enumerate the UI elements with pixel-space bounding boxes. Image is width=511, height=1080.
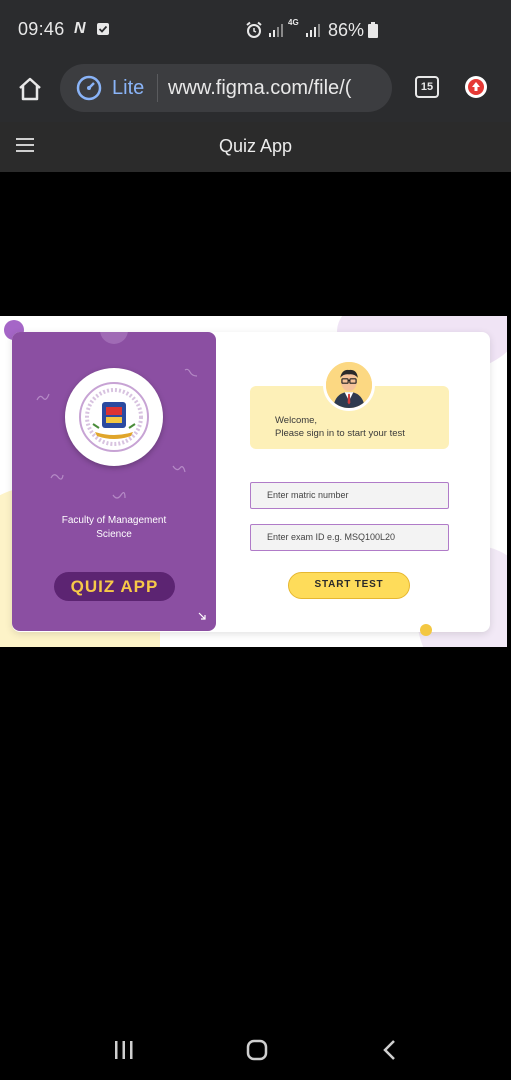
update-arrow-icon <box>468 79 484 95</box>
app-title: Quiz App <box>218 136 293 156</box>
faculty-name: Faculty of Management Science <box>12 514 216 542</box>
recent-apps-icon[interactable] <box>113 1040 135 1060</box>
update-button[interactable] <box>465 76 487 98</box>
home-icon[interactable] <box>16 75 44 103</box>
status-bar: 09:46 N 4G 86% <box>0 0 511 62</box>
quiz-login-frame: Faculty of Management Science QUIZ APP W… <box>0 316 507 647</box>
status-time: 09:46 <box>18 19 65 39</box>
faculty-name-line2: Science <box>96 529 132 540</box>
alarm-icon <box>246 21 262 38</box>
welcome-message: Welcome, Please sign in to start your te… <box>275 414 405 440</box>
signal-icon <box>269 24 283 37</box>
browser-toolbar: Lite www.figma.com/file/( 15 <box>0 62 511 122</box>
lite-label: Lite <box>112 77 145 99</box>
address-bar[interactable]: Lite www.figma.com/file/( <box>60 64 392 112</box>
back-icon[interactable] <box>382 1039 398 1061</box>
home-nav-icon[interactable] <box>246 1039 268 1061</box>
squiggle-icon <box>36 393 50 401</box>
matric-number-input[interactable]: Enter matric number <box>250 482 449 509</box>
system-navigation-bar <box>0 1018 511 1080</box>
squiggle-icon <box>50 474 64 480</box>
battery-icon <box>368 22 378 38</box>
lite-mode-icon <box>76 75 102 101</box>
start-test-button[interactable]: START TEST <box>288 572 410 599</box>
battery-percent: 86% <box>328 20 365 40</box>
exam-id-input[interactable]: Enter exam ID e.g. MSQ100L20 <box>250 524 449 551</box>
faculty-logo <box>65 368 163 466</box>
network-type-badge: 4G <box>288 18 299 27</box>
quiz-app-badge: QUIZ APP <box>54 572 175 601</box>
brand-panel: Faculty of Management Science QUIZ APP <box>12 332 216 631</box>
person-avatar-icon <box>326 362 372 408</box>
welcome-line2: Please sign in to start your test <box>275 428 405 439</box>
url-divider <box>157 74 158 102</box>
decor-bubble <box>100 332 128 344</box>
app-header: Quiz App <box>0 122 511 172</box>
squiggle-icon <box>172 465 186 473</box>
decor-dot-yellow <box>420 624 432 636</box>
checkbox-notification-icon <box>97 23 109 35</box>
squiggle-icon <box>184 368 198 377</box>
university-crest-icon <box>79 382 149 452</box>
welcome-line1: Welcome, <box>275 415 318 426</box>
signal-strength-icon <box>306 24 320 37</box>
faculty-name-line1: Faculty of Management <box>61 515 167 526</box>
tab-switcher-button[interactable]: 15 <box>415 76 439 98</box>
resize-arrow-icon <box>198 612 206 620</box>
user-avatar <box>323 359 375 411</box>
url-text[interactable]: www.figma.com/file/( <box>168 77 351 100</box>
squiggle-icon <box>112 492 126 499</box>
n-app-icon: N <box>74 20 86 37</box>
